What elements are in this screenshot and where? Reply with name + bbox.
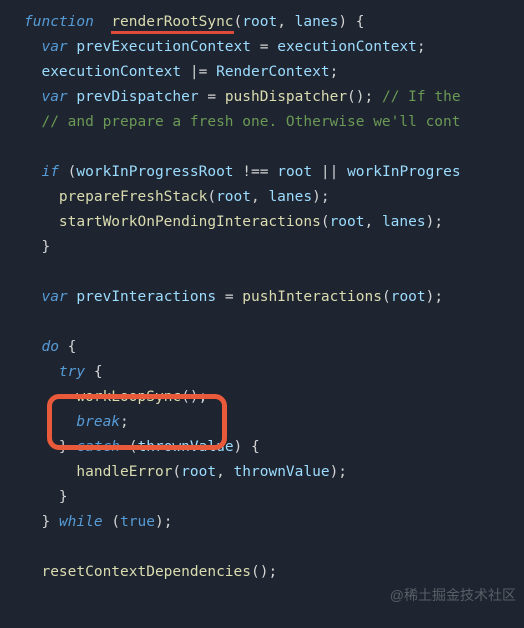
arg: lanes [382, 214, 426, 230]
expr: executionContext [277, 39, 417, 55]
expr: RenderContext [216, 64, 330, 80]
call: startWorkOnPendingInteractions [59, 214, 321, 230]
keyword: function [24, 14, 94, 30]
keyword: while [59, 514, 103, 530]
comment: // and prepare a fresh one. Otherwise we… [41, 114, 460, 130]
keyword: if [41, 164, 58, 180]
function-name: renderRootSync [111, 14, 233, 34]
arg: root [391, 289, 426, 305]
keyword: do [41, 339, 58, 355]
var: prevExecutionContext [76, 39, 251, 55]
keyword: catch [76, 439, 120, 455]
param: lanes [295, 14, 339, 30]
arg: root [181, 464, 216, 480]
arg: root [330, 214, 365, 230]
call: pushDispatcher [225, 89, 347, 105]
keyword: var [41, 39, 67, 55]
literal: true [120, 514, 155, 530]
arg: root [216, 189, 251, 205]
var: executionContext [41, 64, 181, 80]
keyword: try [59, 364, 85, 380]
keyword: var [41, 89, 67, 105]
call: prepareFreshStack [59, 189, 207, 205]
expr: workInProgressRoot [76, 164, 233, 180]
var: prevDispatcher [76, 89, 198, 105]
expr: workInProgres [347, 164, 461, 180]
comment: // If the [382, 89, 461, 105]
expr: root [277, 164, 312, 180]
param: thrownValue [138, 439, 234, 455]
keyword: break [76, 414, 120, 430]
arg: thrownValue [234, 464, 330, 480]
watermark: @稀土掘金技术社区 [390, 583, 516, 608]
call: handleError [76, 464, 172, 480]
code-block: function renderRootSync(root, lanes) { v… [0, 0, 524, 585]
var: prevInteractions [76, 289, 216, 305]
param: root [242, 14, 277, 30]
call: pushInteractions [242, 289, 382, 305]
call-highlighted: workLoopSync [76, 389, 181, 405]
arg: lanes [268, 189, 312, 205]
call: resetContextDependencies [41, 564, 251, 580]
keyword: var [41, 289, 67, 305]
